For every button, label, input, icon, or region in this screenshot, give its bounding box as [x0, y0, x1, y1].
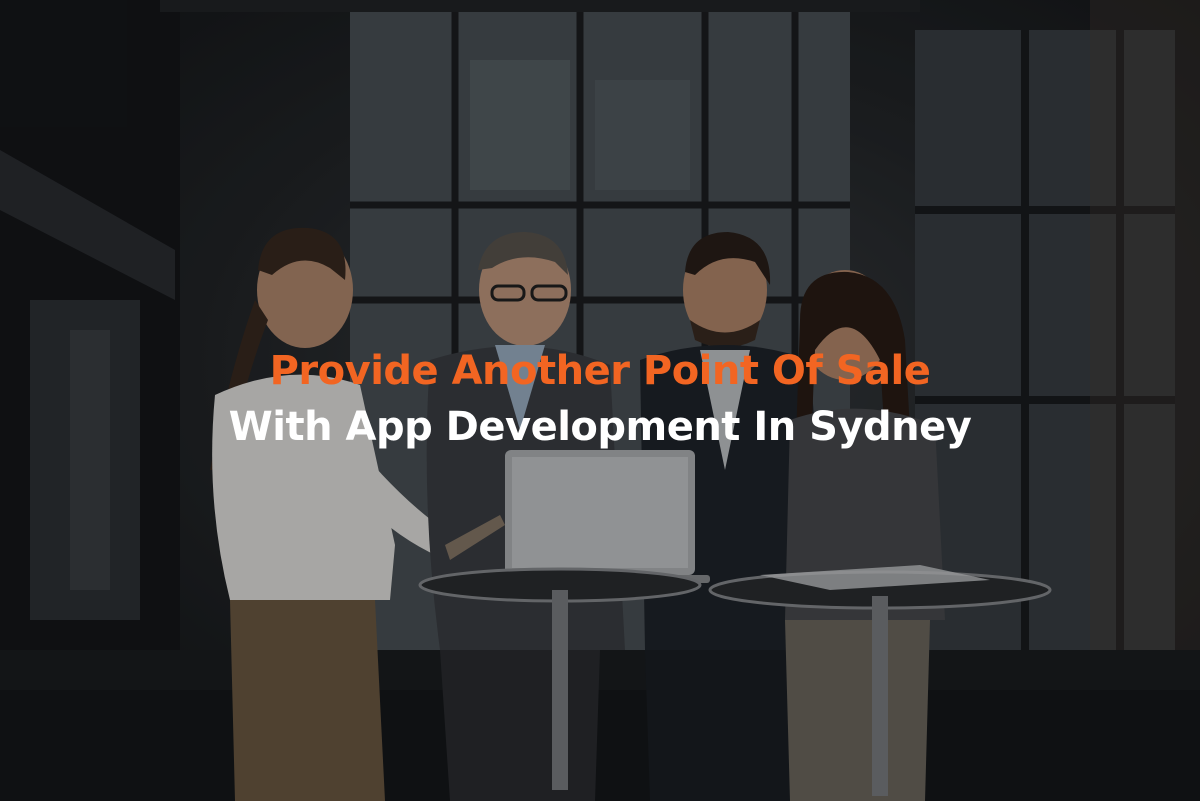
- headline: Provide Another Point Of Sale With App D…: [0, 343, 1200, 455]
- headline-accent-line: Provide Another Point Of Sale: [269, 348, 931, 394]
- headline-main-line: With App Development In Sydney: [228, 404, 972, 450]
- hero-banner: Provide Another Point Of Sale With App D…: [0, 0, 1200, 801]
